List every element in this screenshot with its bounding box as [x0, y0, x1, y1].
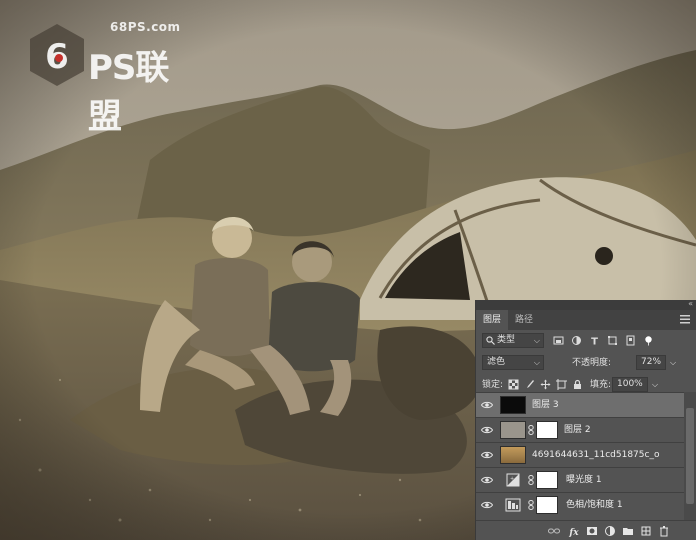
layer-row-hue-saturation[interactable]: 色相/饱和度 1 [476, 492, 684, 517]
ps-logo-hexagon: 6 [30, 24, 84, 86]
layer-name: 图层 2 [564, 425, 591, 435]
filter-label: 类型 [497, 335, 516, 345]
layer-row-2[interactable]: 图层 2 [476, 417, 684, 442]
svg-text:T: T [591, 337, 598, 347]
layers-bottom-toolbar: fx [476, 520, 696, 540]
exposure-icon: + [500, 471, 526, 489]
hue-saturation-icon [500, 496, 526, 514]
link-icon[interactable] [528, 475, 534, 485]
eye-icon[interactable] [481, 500, 493, 510]
blend-row: 滤色 ⌵ 不透明度: 72% ⌵ [476, 352, 696, 374]
link-icon[interactable] [528, 500, 534, 510]
add-mask-icon[interactable] [586, 525, 598, 537]
opacity-label: 不透明度: [572, 358, 612, 368]
layer-name: 图层 3 [532, 400, 559, 410]
eye-icon[interactable] [481, 475, 493, 485]
blend-mode-value: 滤色 [487, 357, 506, 367]
fill-chevron-icon[interactable]: ⌵ [652, 378, 658, 392]
new-group-icon[interactable] [622, 525, 634, 537]
layer-name: 色相/饱和度 1 [566, 500, 623, 510]
adjustment-layer-icon[interactable] [604, 525, 616, 537]
fx-icon[interactable]: fx [568, 525, 580, 537]
opacity-value: 72% [641, 357, 662, 367]
lock-all-icon[interactable] [572, 379, 583, 390]
tab-layers[interactable]: 图层 [476, 310, 509, 330]
canvas-area: 6 68PS.com PS联盟 « 图层 路径 类 [0, 0, 696, 540]
eye-icon[interactable] [481, 450, 493, 460]
filter-shape-icon[interactable] [607, 335, 618, 346]
opacity-input[interactable]: 72% [636, 355, 666, 370]
fill-input[interactable]: 100% [612, 377, 648, 392]
lock-transparent-icon[interactable] [508, 379, 519, 390]
link-layers-icon[interactable] [548, 525, 560, 537]
chevron-down-icon: ⌵ [533, 336, 540, 345]
filter-type-icon[interactable]: T [589, 335, 600, 347]
eye-icon[interactable] [481, 425, 493, 435]
new-layer-icon[interactable] [640, 525, 652, 537]
fill-label: 填充: [590, 380, 612, 390]
layer-thumbnail [500, 421, 526, 439]
collapse-icon[interactable]: « [688, 299, 693, 308]
panel-menu-icon[interactable] [680, 315, 690, 324]
layers-panel: « 图层 路径 类型 ⌵ T 滤色 ⌵ 不透明度: 72% ⌵ 锁定: 填充: … [476, 299, 696, 540]
link-icon[interactable] [528, 425, 534, 435]
eye-icon[interactable] [481, 400, 493, 410]
layers-list: 图层 3 图层 2 4691644631_11cd51875c_o + 曝光度 … [476, 392, 684, 522]
layer-row-exposure[interactable]: + 曝光度 1 [476, 467, 684, 492]
scrollbar-thumb[interactable] [686, 408, 694, 504]
blend-mode-select[interactable]: 滤色 ⌵ [482, 355, 544, 370]
watermark-brand: PS联盟 [88, 48, 169, 137]
filter-select[interactable]: 类型 ⌵ [482, 333, 544, 348]
panel-tabs: 图层 路径 [476, 310, 696, 330]
watermark: 6 68PS.com PS联盟 [26, 18, 186, 137]
watermark-url: 68PS.com [110, 20, 181, 34]
layer-thumbnail [500, 446, 526, 464]
lock-pixels-icon[interactable] [524, 379, 535, 390]
layer-row-image[interactable]: 4691644631_11cd51875c_o [476, 442, 684, 467]
tab-paths[interactable]: 路径 [508, 310, 540, 330]
opacity-chevron-icon[interactable]: ⌵ [670, 356, 676, 370]
fill-value: 100% [617, 379, 643, 389]
filter-pixel-icon[interactable] [553, 335, 564, 346]
layers-scrollbar[interactable] [684, 392, 696, 522]
layer-mask-thumbnail[interactable] [536, 471, 558, 489]
search-icon [486, 336, 495, 345]
svg-text:fx: fx [568, 528, 579, 537]
filter-adjustment-icon[interactable] [571, 335, 582, 346]
delete-icon[interactable] [658, 525, 670, 537]
layer-mask-thumbnail[interactable] [536, 496, 558, 514]
filter-smart-object-icon[interactable] [625, 335, 636, 346]
layer-name: 曝光度 1 [566, 475, 602, 485]
lock-position-icon[interactable] [540, 379, 551, 390]
layer-name: 4691644631_11cd51875c_o [532, 450, 660, 460]
panel-titlebar[interactable]: « [476, 299, 696, 310]
filter-toggle-icon[interactable] [643, 335, 654, 346]
svg-text:+: + [510, 476, 514, 482]
filter-row: 类型 ⌵ T [476, 330, 696, 352]
lock-artboard-icon[interactable] [556, 379, 567, 390]
layer-thumbnail [500, 396, 526, 414]
layer-mask-thumbnail[interactable] [536, 421, 558, 439]
layer-row-3[interactable]: 图层 3 [476, 392, 684, 417]
lock-label: 锁定: [482, 380, 504, 390]
chevron-down-icon: ⌵ [533, 358, 540, 367]
